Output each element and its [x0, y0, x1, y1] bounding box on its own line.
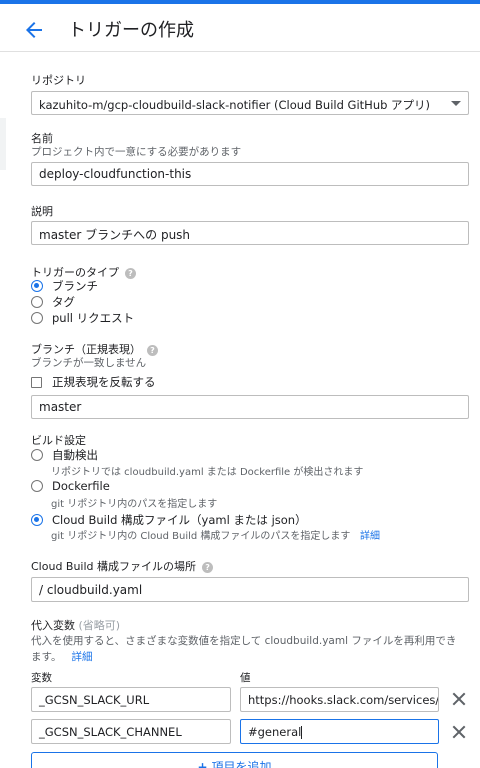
details-link[interactable]: 詳細 [360, 531, 380, 542]
build-config-label: ビルド設定 [31, 434, 86, 447]
config-location-input[interactable]: / cloudbuild.yaml [31, 577, 469, 602]
help-icon[interactable]: ? [202, 561, 214, 573]
radio-cloudbuild-config-label: Cloud Build 構成ファイル（yaml または json） [52, 513, 307, 527]
description-input[interactable]: master ブランチへの push [31, 221, 469, 245]
name-hint: プロジェクト内で一意にする必要があります [31, 146, 242, 158]
branch-hint: ブランチが一致しません [31, 357, 147, 369]
radio-dockerfile-label: Dockerfile [52, 479, 110, 493]
radio-selected-icon [31, 280, 43, 292]
help-icon[interactable]: ? [147, 344, 158, 356]
substitutions-label: 代入変数 (省略可) [31, 617, 120, 633]
path-prefix: / [39, 583, 44, 597]
radio-autodetect-label: 自動検出 [52, 448, 98, 462]
radio-autodetect[interactable]: 自動検出 [31, 447, 98, 463]
substitutions-hint-2-text: ます。 [31, 651, 62, 663]
invert-regex-checkbox[interactable]: 正規表現を反転する [31, 374, 156, 390]
sidebar-edge [0, 118, 6, 170]
plus-icon: + [197, 760, 208, 768]
radio-icon [31, 480, 43, 492]
radio-icon [31, 449, 43, 461]
page-header: トリガーの作成 [0, 4, 480, 52]
repo-label: リポジトリ [31, 74, 86, 87]
close-icon[interactable] [451, 691, 467, 707]
substitutions-label-text: 代入変数 [31, 619, 75, 632]
radio-pull-request-label: pull リクエスト [52, 311, 135, 325]
substitutions-hint: 代入を使用すると、さまざまな変数値を指定して cloudbuild.yaml フ… [31, 635, 457, 647]
repo-select[interactable]: kazuhito-m/gcp-cloudbuild-slack-notifier… [31, 91, 469, 115]
help-icon[interactable]: ? [125, 267, 136, 279]
radio-branch-label: ブランチ [52, 279, 98, 293]
variable-input[interactable]: _GCSN_SLACK_CHANNEL [31, 719, 231, 744]
details-link[interactable]: 詳細 [71, 651, 92, 663]
add-item-label: 項目を追加 [211, 760, 272, 768]
value-input[interactable]: #general [240, 719, 439, 744]
close-icon[interactable] [451, 724, 467, 740]
radio-icon [31, 296, 43, 308]
substitutions-hint-2: ます。 詳細 [31, 649, 92, 664]
radio-branch[interactable]: ブランチ [31, 278, 98, 294]
text-cursor [301, 726, 303, 739]
invert-regex-label: 正規表現を反転する [52, 375, 156, 389]
value-input-text: #general [248, 725, 302, 739]
name-input[interactable]: deploy-cloudfunction-this [31, 162, 469, 186]
radio-cloudbuild-config[interactable]: Cloud Build 構成ファイル（yaml または json） [31, 512, 307, 528]
radio-icon [31, 312, 43, 324]
config-location-label: Cloud Build 構成ファイルの場所? [31, 558, 214, 574]
value-input[interactable]: https://hooks.slack.com/services/ [240, 687, 439, 712]
dockerfile-hint: git リポジトリ内のパスを指定します [51, 499, 218, 510]
optional-tag: (省略可) [78, 619, 121, 632]
config-location-label-text: Cloud Build 構成ファイルの場所 [31, 560, 197, 573]
variable-column-header: 変数 [31, 672, 52, 684]
page-title: トリガーの作成 [68, 20, 194, 41]
description-label: 説明 [31, 205, 53, 218]
add-item-button[interactable]: + 項目を追加 [31, 752, 438, 768]
radio-pull-request[interactable]: pull リクエスト [31, 310, 134, 326]
radio-selected-icon [31, 514, 43, 526]
dropdown-caret-icon [451, 101, 461, 106]
radio-tag-label: タグ [52, 295, 75, 309]
checkbox-icon [31, 376, 42, 388]
back-arrow-icon[interactable] [22, 18, 46, 42]
variable-input[interactable]: _GCSN_SLACK_URL [31, 687, 231, 712]
branch-input[interactable]: master [31, 395, 469, 419]
radio-dockerfile[interactable]: Dockerfile [31, 479, 110, 493]
config-location-value: cloudbuild.yaml [46, 583, 143, 597]
cloudbuild-config-hint: git リポジトリ内の Cloud Build 構成ファイルのパスを指定します … [51, 527, 380, 542]
repo-value: kazuhito-m/gcp-cloudbuild-slack-notifier… [39, 98, 431, 112]
value-column-header: 値 [240, 672, 251, 684]
radio-tag[interactable]: タグ [31, 294, 75, 310]
cloudbuild-config-hint-text: git リポジトリ内の Cloud Build 構成ファイルのパスを指定します [51, 531, 351, 542]
autodetect-hint: リポジトリでは cloudbuild.yaml または Dockerfile が… [51, 467, 364, 478]
